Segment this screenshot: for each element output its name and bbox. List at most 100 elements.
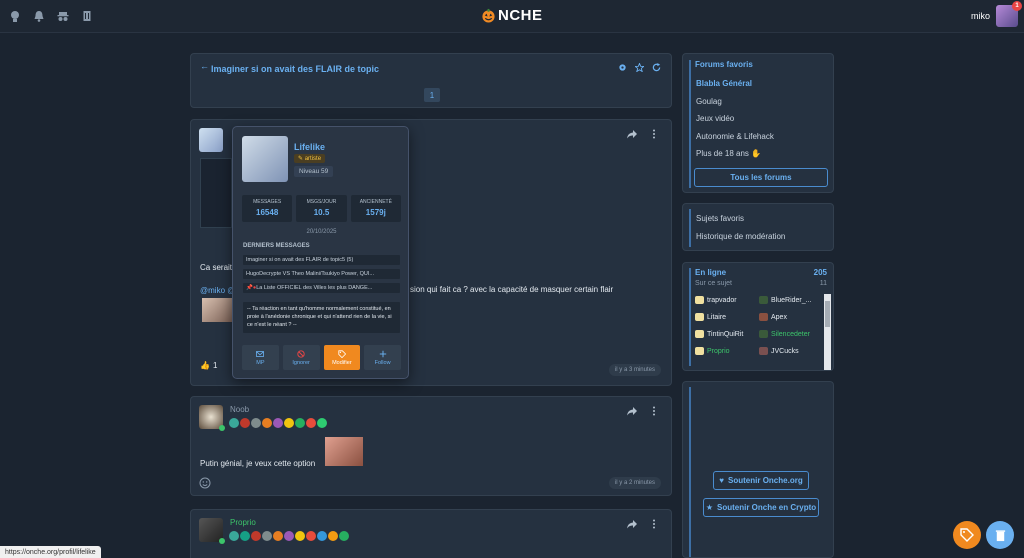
topic-header: ← Imaginer si on avait des FLAIR de topi… — [190, 53, 672, 108]
page-number-current[interactable]: 1 — [424, 88, 440, 102]
favorite-forums-card: Forums favoris Blabla Général Goulag Jeu… — [682, 53, 834, 193]
post-text-right: sion qui fait ca ? avec la capacité de m… — [410, 285, 614, 294]
add-reaction-icon[interactable] — [199, 477, 211, 489]
post-text: Putin génial, je veux cette option — [200, 459, 316, 468]
share-icon[interactable] — [627, 406, 637, 416]
online-count: 205 — [813, 268, 827, 277]
hand-icon: ✋ — [751, 149, 762, 158]
gear-icon[interactable] — [618, 63, 627, 72]
profile-name[interactable]: Lifelike — [294, 142, 325, 152]
plus-icon — [379, 350, 386, 357]
online-indicator — [219, 425, 225, 431]
avatar[interactable]: 1 — [996, 1, 1022, 27]
forum-item[interactable]: Autonomie & Lifehack — [696, 132, 774, 150]
forum-item[interactable]: Jeux vidéo — [696, 114, 774, 132]
mp-button[interactable]: MP — [242, 345, 279, 370]
post-image-meme[interactable] — [202, 298, 232, 322]
online-user[interactable]: trapvador — [695, 296, 759, 304]
user-menu[interactable]: miko 1 — [970, 1, 1022, 27]
post-text-left: Ca serait — [200, 263, 233, 272]
post-time: il y a 3 minutes — [608, 364, 661, 376]
moderation-history-link[interactable]: Historique de modération — [696, 232, 785, 241]
on-topic-label: Sur ce sujet — [695, 280, 732, 287]
mention[interactable]: @miko @ — [200, 286, 235, 295]
profile-actions: MP Ignorer Modifier Follow — [242, 345, 401, 370]
post-image[interactable] — [200, 158, 232, 228]
more-vertical-icon[interactable] — [649, 406, 659, 416]
forum-item[interactable]: Goulag — [696, 97, 774, 115]
post-author[interactable]: Proprio — [230, 518, 256, 527]
online-indicator — [219, 538, 225, 544]
lightbulb-icon[interactable] — [9, 10, 21, 22]
mail-icon — [256, 350, 265, 357]
more-vertical-icon[interactable] — [649, 129, 659, 139]
trash-icon — [995, 529, 1005, 541]
support-button[interactable]: ♥ Soutenir Onche.org — [713, 471, 809, 490]
status-bar-url: https://onche.org/profil/lifelike — [0, 546, 101, 558]
online-user[interactable]: TintinQuiRit — [695, 330, 759, 338]
support-crypto-button[interactable]: ★ Soutenir Onche en Crypto — [703, 498, 819, 517]
post-author[interactable]: Noob — [230, 405, 249, 414]
post-card: Noob Putin génial, je veux cette option … — [190, 396, 672, 496]
latest-message[interactable]: HugoDecrypte VS Theo Malini/Tsukiyo Powe… — [243, 269, 400, 279]
profile-signature: -- Ta réaction en tant qu'homme normalem… — [243, 302, 400, 333]
popover-avatar[interactable] — [242, 136, 288, 182]
star-icon[interactable] — [635, 63, 644, 72]
post-actions — [627, 519, 659, 529]
ignore-button[interactable]: Ignorer — [282, 345, 320, 370]
favorite-topics-link[interactable]: Sujets favoris — [696, 214, 744, 223]
refresh-icon[interactable] — [652, 63, 661, 72]
latest-message[interactable]: Imaginer si on avait des FLAIR de topic5… — [243, 255, 400, 265]
trash-icon[interactable] — [81, 10, 93, 22]
flair-fab-button[interactable] — [953, 521, 981, 549]
topic-title[interactable]: Imaginer si on avait des FLAIR de topic — [211, 64, 379, 74]
like-count: 1 — [212, 361, 218, 370]
heart-icon: ♥ — [719, 476, 725, 485]
quick-links-card: Sujets favoris Historique de modération — [682, 203, 834, 251]
logo-text: NCHE — [498, 7, 543, 24]
topic-tools — [618, 63, 661, 72]
star-icon: ★ — [705, 503, 714, 512]
post-image[interactable] — [325, 437, 363, 466]
top-left-icons — [9, 10, 93, 22]
profile-date: 20/10/2025 — [306, 229, 337, 235]
tag-icon — [338, 349, 346, 358]
notification-badge: 1 — [1012, 1, 1022, 11]
stat-messages: MESSAGES 16548 — [242, 195, 293, 222]
trash-fab-button[interactable] — [986, 521, 1014, 549]
back-arrow-icon[interactable]: ← — [200, 61, 209, 71]
edit-button[interactable]: Modifier — [323, 345, 361, 370]
thumbs-up-icon: 👍 — [200, 361, 210, 370]
online-user[interactable]: BlueRider_... — [759, 296, 823, 304]
online-user[interactable]: Proprio — [695, 347, 759, 355]
share-icon[interactable] — [627, 519, 637, 529]
online-user[interactable]: Apex — [759, 313, 823, 321]
user-badges — [229, 418, 327, 428]
online-title: En ligne — [695, 268, 727, 277]
scrollbar-thumb[interactable] — [825, 301, 830, 327]
site-logo[interactable]: NCHE — [481, 7, 543, 24]
online-user[interactable]: Silencedeter — [759, 330, 823, 338]
online-user[interactable]: JVCucks — [759, 347, 823, 355]
forum-item[interactable]: Blabla Général — [696, 79, 774, 97]
share-icon[interactable] — [627, 129, 637, 139]
online-user[interactable]: Litaire — [695, 313, 759, 321]
username: miko — [970, 11, 990, 21]
latest-message[interactable]: 📌●La Liste OFFICIEL des Villes les plus … — [243, 283, 400, 293]
all-forums-button[interactable]: Tous les forums — [694, 168, 828, 187]
bell-icon[interactable] — [33, 10, 45, 22]
post-actions — [627, 406, 659, 416]
profile-tag: ✎ artiste — [294, 154, 326, 163]
post-time: il y a 2 minutes — [608, 477, 661, 489]
avatar[interactable] — [199, 128, 223, 152]
like-reaction[interactable]: 👍 1 — [200, 361, 217, 370]
profile-stats: MESSAGES 16548 MSGS/JOUR 10.5 ANCIENNETÉ 15… — [242, 195, 401, 222]
more-vertical-icon[interactable] — [649, 519, 659, 529]
favorite-forums-title: Forums favoris — [695, 60, 753, 69]
follow-button[interactable]: Follow — [364, 345, 401, 370]
forum-item[interactable]: Plus de 18 ans ✋ — [696, 149, 774, 167]
forum-list: Blabla Général Goulag Jeux vidéo Autonom… — [696, 79, 774, 167]
incognito-icon[interactable] — [57, 10, 69, 22]
profile-level: Niveau 59 — [294, 166, 334, 177]
post-actions — [627, 129, 659, 139]
